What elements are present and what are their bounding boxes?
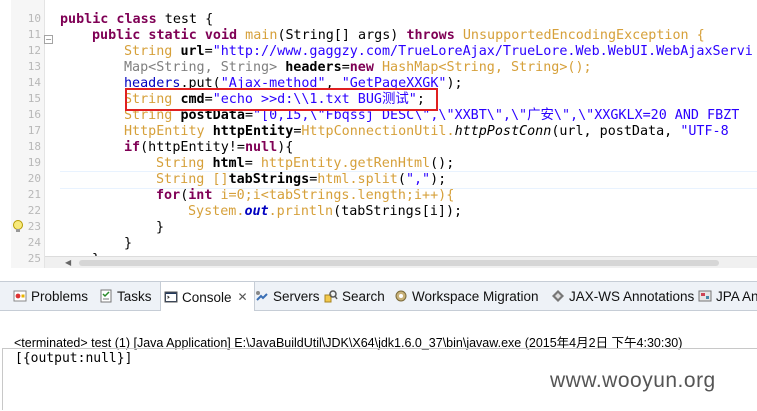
tab-label: Servers bbox=[273, 288, 320, 304]
line-number: 25 bbox=[27, 252, 41, 265]
code-line-17: HttpEntity httpEntity=HttpConnectionUtil… bbox=[124, 124, 729, 139]
annotation-highlight-box bbox=[125, 88, 438, 111]
code-area[interactable]: public class test { public static void m… bbox=[60, 0, 757, 267]
watermark-text: www.wooyun.org bbox=[550, 369, 716, 392]
servers-icon bbox=[254, 288, 270, 304]
line-number: 12 bbox=[27, 44, 41, 57]
console-output-text: [{output:null}] bbox=[15, 351, 133, 366]
code-line-18: if(httpEntity!=null){ bbox=[124, 140, 294, 155]
tab-label: Workspace Migration bbox=[412, 288, 539, 304]
close-icon[interactable]: ✕ bbox=[238, 290, 248, 304]
code-line-22: System.out.println(tabStrings[i]); bbox=[188, 204, 463, 219]
workspace-migration-icon bbox=[393, 288, 409, 304]
tab-label: JAX-WS Annotations bbox=[569, 288, 695, 304]
line-number: 22 bbox=[27, 204, 41, 217]
line-number: 13 bbox=[27, 60, 41, 73]
problems-icon bbox=[12, 288, 28, 304]
fold-toggle[interactable]: − bbox=[44, 35, 53, 44]
line-number: 16 bbox=[27, 108, 41, 121]
tab-jpa[interactable]: JPA Anr bbox=[697, 282, 757, 310]
code-line-13: Map<String, String> headers=new HashMap<… bbox=[124, 60, 592, 75]
scrollbar-thumb[interactable] bbox=[79, 260, 719, 266]
line-number: 11 bbox=[27, 28, 41, 41]
folding-column: − bbox=[42, 0, 56, 268]
code-line-24: } bbox=[124, 236, 133, 251]
line-number: 24 bbox=[27, 236, 41, 249]
search-icon bbox=[323, 288, 339, 304]
tab-problems[interactable]: Problems bbox=[12, 282, 88, 310]
code-editor[interactable]: 10 11 12 13 14 15 16 17 18 19 20 21 22 2… bbox=[0, 0, 757, 268]
scroll-left-arrow-icon[interactable]: ◀ bbox=[65, 258, 71, 267]
line-number: 17 bbox=[27, 124, 41, 137]
tab-jaxws-annotations[interactable]: JAX-WS Annotations bbox=[550, 282, 694, 310]
line-number: 15 bbox=[27, 92, 41, 105]
tasks-icon bbox=[98, 288, 114, 304]
jpa-icon bbox=[697, 288, 713, 304]
line-number: 18 bbox=[27, 140, 41, 153]
console-panel: <terminated> test (1) [Java Application]… bbox=[0, 311, 757, 411]
tab-search[interactable]: Search bbox=[323, 282, 385, 310]
line-number: 19 bbox=[27, 156, 41, 169]
tab-servers[interactable]: Servers bbox=[254, 282, 320, 310]
tab-label: Problems bbox=[31, 288, 89, 304]
line-number: 20 bbox=[27, 172, 41, 185]
tab-console[interactable]: Console ✕ bbox=[160, 282, 255, 312]
code-line-20: String []tabStrings=html.split(","); bbox=[156, 172, 447, 187]
tab-label: JPA Anr bbox=[716, 288, 757, 304]
horizontal-scrollbar[interactable]: ◀ bbox=[45, 256, 757, 268]
line-number: 14 bbox=[27, 76, 41, 89]
line-number: 10 bbox=[27, 12, 41, 25]
tab-tasks[interactable]: Tasks bbox=[98, 282, 152, 310]
tab-workspace-migration[interactable]: Workspace Migration bbox=[393, 282, 539, 310]
code-line-19: String html= httpEntity.getRenHtml(); bbox=[156, 156, 455, 171]
code-line-23: } bbox=[156, 220, 165, 235]
code-line-11: public static void main(String[] args) t… bbox=[92, 28, 705, 43]
code-line-21: for(int i=0;i<tabStrings.length;i++){ bbox=[156, 188, 455, 203]
line-number: 21 bbox=[27, 188, 41, 201]
quick-fix-bulb-icon[interactable] bbox=[11, 219, 25, 235]
code-line-12: String url="http://www.gaggzy.com/TrueLo… bbox=[124, 44, 753, 59]
tab-label: Search bbox=[342, 288, 385, 304]
console-icon bbox=[163, 289, 179, 305]
tab-label: Tasks bbox=[117, 288, 152, 304]
jaxws-icon bbox=[550, 288, 566, 304]
view-tab-bar: Problems Tasks Console ✕ Servers Search … bbox=[0, 281, 757, 312]
overview-ruler bbox=[0, 0, 11, 268]
code-line-10: public class test { bbox=[60, 12, 214, 27]
tab-label: Console bbox=[182, 289, 232, 305]
